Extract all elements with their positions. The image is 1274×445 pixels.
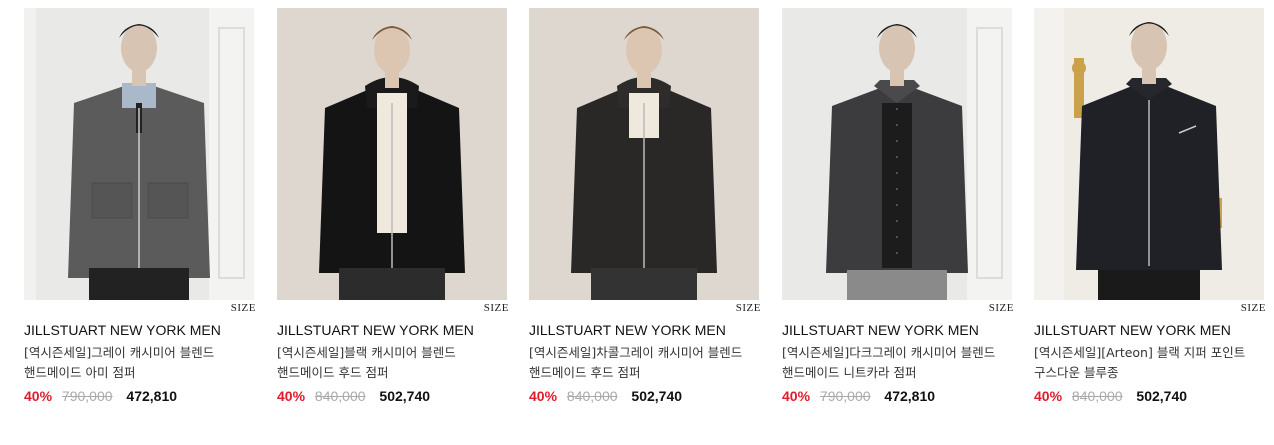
size-label[interactable]: SIZE [231,302,256,314]
sale-price: 472,810 [126,388,178,404]
product-name[interactable]: [역시즌세일]다크그레이 캐시미어 블렌드 핸드메이드 니트카라 점퍼 [782,343,1012,383]
original-price: 840,000 [1071,388,1123,404]
product-brand[interactable]: JILLSTUART NEW YORK MEN [529,322,726,338]
discount-rate: 40% [529,388,558,404]
original-price: 840,000 [314,388,366,404]
product-brand[interactable]: JILLSTUART NEW YORK MEN [24,322,221,338]
product-name[interactable]: [역시즌세일]차콜그레이 캐시미어 블렌드 핸드메이드 후드 점퍼 [529,343,759,383]
product-card[interactable]: SIZE JILLSTUART NEW YORK MEN [역시즌세일]차콜그레… [529,8,761,428]
size-label[interactable]: SIZE [736,302,761,314]
discount-rate: 40% [277,388,306,404]
product-name[interactable]: [역시즌세일]블랙 캐시미어 블렌드 핸드메이드 후드 점퍼 [277,343,507,383]
discount-rate: 40% [24,388,53,404]
product-brand[interactable]: JILLSTUART NEW YORK MEN [782,322,979,338]
product-image[interactable] [277,8,507,300]
original-price: 790,000 [61,388,113,404]
size-label[interactable]: SIZE [1241,302,1266,314]
product-name[interactable]: [역시즌세일][Arteon] 블랙 지퍼 포인트 구스다운 블루종 [1034,343,1264,383]
price-row: 40% 840,000 502,740 [1034,388,1187,404]
product-card[interactable]: SIZE JILLSTUART NEW YORK MEN [역시즌세일]그레이 … [24,8,256,428]
product-image[interactable] [24,8,254,300]
discount-rate: 40% [1034,388,1063,404]
sale-price: 502,740 [1136,388,1188,404]
discount-rate: 40% [782,388,811,404]
price-row: 40% 790,000 472,810 [782,388,935,404]
product-card[interactable]: SIZE JILLSTUART NEW YORK MEN [역시즌세일]블랙 캐… [277,8,509,428]
product-image[interactable] [782,8,1012,300]
product-name[interactable]: [역시즌세일]그레이 캐시미어 블렌드 핸드메이드 아미 점퍼 [24,343,254,383]
sale-price: 502,740 [379,388,431,404]
price-row: 40% 840,000 502,740 [277,388,430,404]
product-brand[interactable]: JILLSTUART NEW YORK MEN [277,322,474,338]
product-image[interactable] [529,8,759,300]
sale-price: 472,810 [884,388,936,404]
price-row: 40% 840,000 502,740 [529,388,682,404]
price-row: 40% 790,000 472,810 [24,388,177,404]
size-label[interactable]: SIZE [484,302,509,314]
product-brand[interactable]: JILLSTUART NEW YORK MEN [1034,322,1231,338]
sale-price: 502,740 [631,388,683,404]
product-card[interactable]: SIZE JILLSTUART NEW YORK MEN [역시즌세일][Art… [1034,8,1266,428]
original-price: 790,000 [819,388,871,404]
product-grid: SIZE JILLSTUART NEW YORK MEN [역시즌세일]그레이 … [24,8,1266,438]
product-card[interactable]: SIZE JILLSTUART NEW YORK MEN [역시즌세일]다크그레… [782,8,1014,428]
original-price: 840,000 [566,388,618,404]
product-image[interactable] [1034,8,1264,300]
size-label[interactable]: SIZE [989,302,1014,314]
